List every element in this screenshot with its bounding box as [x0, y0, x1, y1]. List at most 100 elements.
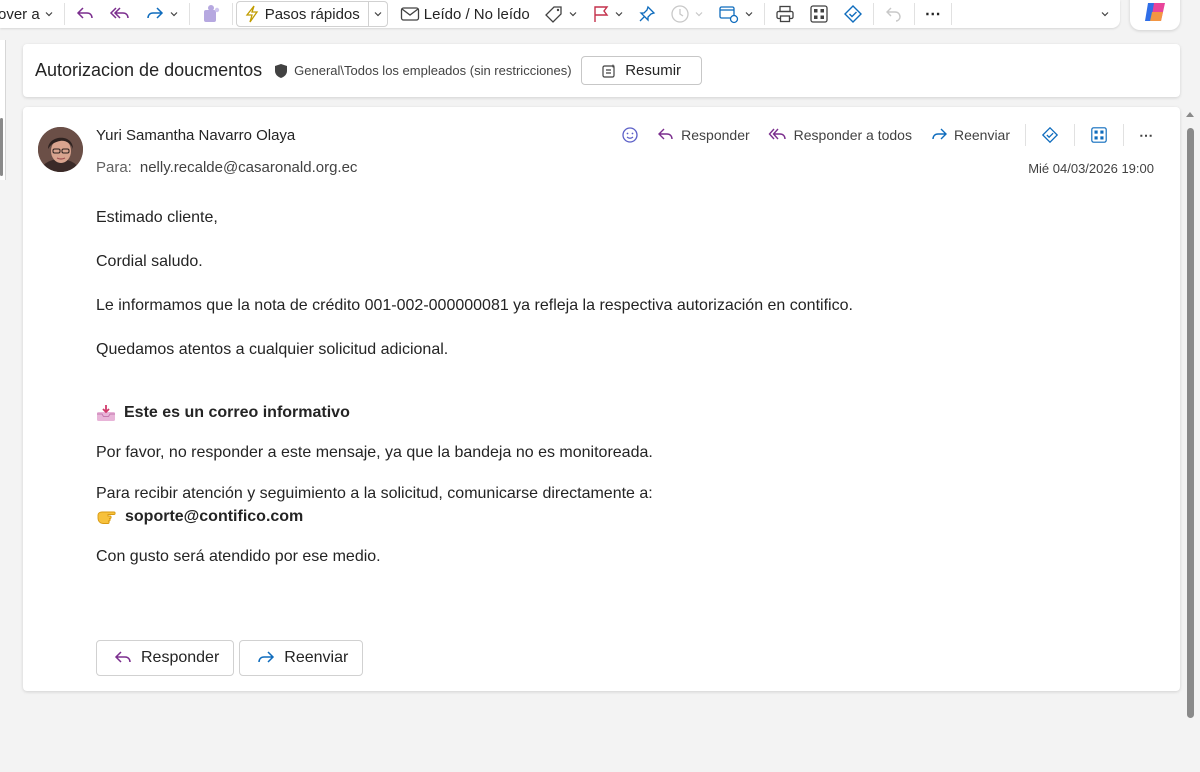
body-salutation: Cordial saludo. [96, 253, 203, 270]
contact-email[interactable]: soporte@contifico.com [125, 506, 303, 528]
chevron-down-icon [1101, 12, 1109, 17]
sensitivity-text: General\Todos los empleados (sin restric… [294, 63, 572, 78]
quick-steps-dropdown[interactable] [369, 2, 387, 26]
separator [231, 3, 233, 25]
apps-message-button[interactable] [1081, 123, 1117, 147]
pin-button[interactable] [631, 0, 663, 28]
separator [913, 3, 915, 25]
undo-button[interactable] [877, 0, 911, 28]
reply-icon [658, 128, 673, 140]
forward-icon [146, 7, 163, 19]
reply-icon [76, 7, 93, 19]
categorize-button[interactable] [537, 0, 585, 28]
addin-message-button[interactable] [1032, 123, 1068, 147]
addin-button[interactable] [836, 0, 870, 28]
snooze-button[interactable] [663, 0, 711, 28]
bottom-reply-button[interactable]: Responder [96, 640, 235, 676]
recipient-line: Para: nelly.recalde@casaronald.org.ec [96, 159, 357, 176]
lightning-icon [245, 5, 258, 23]
chevron-down-icon [615, 12, 623, 17]
sender-name[interactable]: Yuri Samantha Navarro Olaya [96, 127, 295, 144]
rules-icon [719, 6, 738, 24]
forward-icon [258, 651, 275, 663]
bottom-forward-button[interactable]: Reenviar [239, 640, 364, 676]
reply-icon [114, 651, 131, 663]
diamond-check-icon [843, 5, 862, 23]
avatar-image [38, 127, 83, 172]
quick-steps[interactable]: Pasos rápidos [235, 1, 388, 27]
separator [763, 3, 765, 25]
reply-toolbar-button[interactable] [68, 0, 102, 28]
shield-icon [275, 63, 288, 78]
apps-button[interactable] [802, 0, 836, 28]
summarize-label: Resumir [625, 62, 682, 79]
forward-icon [932, 128, 947, 140]
ribbon-expand-button[interactable] [1093, 0, 1120, 28]
contact-email-line: soporte@contifico.com [96, 506, 303, 528]
vertical-scrollbar-thumb[interactable] [1187, 128, 1194, 718]
print-button[interactable] [768, 0, 802, 28]
chevron-down-icon [374, 12, 382, 17]
forward-button[interactable]: Reenviar [921, 123, 1019, 147]
chevron-down-icon [745, 12, 753, 17]
separator [63, 3, 65, 25]
summarize-icon [602, 63, 616, 78]
to-label: Para: [96, 159, 132, 176]
reply-all-label: Responder a todos [793, 127, 912, 143]
apps-grid-icon [1091, 127, 1107, 143]
teams-button[interactable] [193, 0, 229, 28]
emoji-reaction-button[interactable] [612, 123, 648, 147]
forward-label: Reenviar [953, 127, 1010, 143]
body-greeting: Estimado cliente, [96, 209, 218, 226]
tag-icon [544, 6, 562, 23]
more-actions-button[interactable]: ⋯ [1130, 123, 1162, 147]
reply-all-toolbar-button[interactable] [102, 0, 138, 28]
pin-icon [639, 5, 655, 22]
copilot-button[interactable] [1130, 0, 1180, 30]
reply-all-icon [109, 7, 129, 19]
more-toolbar-button[interactable]: ⋯ [918, 0, 948, 28]
recipient-address[interactable]: nelly.recalde@casaronald.org.ec [140, 159, 358, 176]
separator [950, 3, 952, 25]
reply-label: Responder [681, 127, 750, 143]
move-to-button[interactable]: over a [0, 0, 61, 28]
notice-heading: Este es un correo informativo [96, 402, 350, 424]
left-pane-edge [0, 40, 6, 180]
body-line-2: Quedamos atentos a cualquier solicitud a… [96, 341, 449, 358]
forward-toolbar-button[interactable] [138, 0, 186, 28]
inbox-tray-icon [97, 405, 115, 421]
bottom-reply-label: Responder [141, 649, 220, 666]
read-unread-button[interactable]: Leído / No leído [388, 0, 537, 28]
separator [872, 3, 874, 25]
smiley-icon [622, 127, 638, 143]
flag-button[interactable] [585, 0, 631, 28]
reply-all-icon [768, 128, 786, 140]
scroll-up-arrow[interactable] [1186, 112, 1194, 117]
teams-icon [203, 5, 219, 22]
separator [1123, 124, 1124, 146]
summarize-button[interactable]: Resumir [580, 56, 702, 85]
chevron-down-icon [569, 12, 577, 17]
contact-line: Para recibir atención y seguimiento a la… [96, 485, 653, 502]
quick-steps-button[interactable]: Pasos rápidos [237, 2, 368, 26]
bottom-action-buttons: Responder Reenviar [96, 640, 364, 676]
reply-button[interactable]: Responder [648, 123, 759, 147]
quick-steps-label: Pasos rápidos [264, 5, 360, 23]
reply-all-button[interactable]: Responder a todos [759, 123, 921, 147]
more-icon: ⋯ [1139, 126, 1153, 143]
message-date: Mié 04/03/2026 19:00 [1028, 161, 1154, 176]
separator [1025, 124, 1026, 146]
apps-grid-icon [810, 5, 828, 23]
body-line-1: Le informamos que la nota de crédito 001… [96, 297, 853, 314]
chevron-down-icon [170, 12, 178, 17]
body-closing: Con gusto será atendido por ese medio. [96, 548, 381, 565]
rules-button[interactable] [711, 0, 761, 28]
sensitivity-label[interactable]: General\Todos los empleados (sin restric… [274, 63, 572, 79]
chevron-down-icon [45, 12, 53, 17]
ribbon-toolbar: over a Pasos rápidos Leído / No leído ⋯ [0, 0, 1120, 28]
left-scrollbar-thumb[interactable] [0, 118, 3, 176]
avatar[interactable] [38, 127, 83, 172]
more-icon: ⋯ [924, 6, 941, 23]
bottom-forward-label: Reenviar [284, 649, 349, 666]
printer-icon [776, 5, 794, 23]
